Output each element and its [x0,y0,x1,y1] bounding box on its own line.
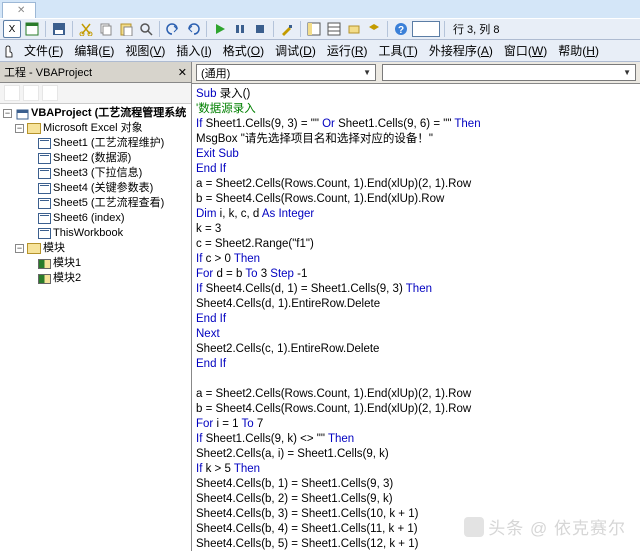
hand-cursor-icon [3,44,17,58]
tree-sheet3[interactable]: Sheet3 (下拉信息) [53,166,142,181]
view-code-button[interactable] [4,85,20,101]
save-button[interactable] [50,20,68,38]
sheet-icon [38,168,51,179]
menu-format[interactable]: 格式(O) [219,40,268,61]
properties-button[interactable] [325,20,343,38]
menu-debug[interactable]: 调试(D) [271,40,320,61]
title-tab[interactable]: ✕ [2,2,36,18]
cut-button[interactable] [77,20,95,38]
sheet-icon [38,183,51,194]
svg-text:?: ? [398,25,404,36]
project-explorer-button[interactable] [305,20,323,38]
tab-close-icon[interactable]: ✕ [17,5,25,16]
main-toolbar: X ? 行 3, 列 8 [0,18,640,40]
zoom-combo[interactable] [412,21,440,37]
find-button[interactable] [137,20,155,38]
menu-addins[interactable]: 外接程序(A) [425,40,497,61]
tree-sheet2[interactable]: Sheet2 (数据源) [53,151,131,166]
folder-icon [27,123,41,134]
tree-sheet4[interactable]: Sheet4 (关键参数表) [53,181,153,196]
tree-sheet6[interactable]: Sheet6 (index) [53,211,125,226]
undo-button[interactable] [164,20,182,38]
cursor-position-label: 行 3, 列 8 [449,21,499,37]
project-explorer-panel: 工程 - VBAProject ✕ −VBAProject (工艺流程管理系统 … [0,62,192,551]
tree-module1[interactable]: 模块1 [53,256,81,271]
tree-sheet1[interactable]: Sheet1 (工艺流程维护) [53,136,164,151]
chevron-down-icon: ▼ [623,68,631,77]
tree-group-modules[interactable]: 模块 [43,241,65,256]
menu-edit[interactable]: 编辑(E) [70,40,118,61]
menu-view[interactable]: 视图(V) [121,40,169,61]
collapse-icon[interactable]: − [15,124,24,133]
copy-button[interactable] [97,20,115,38]
project-panel-title: 工程 - VBAProject ✕ [0,62,191,83]
procedure-dropdown[interactable]: ▼ [382,64,636,81]
sheet-icon [38,213,51,224]
break-button[interactable] [231,20,249,38]
menubar: 文件(F) 编辑(E) 视图(V) 插入(I) 格式(O) 调试(D) 运行(R… [0,40,640,62]
design-mode-button[interactable] [278,20,296,38]
menu-tools[interactable]: 工具(T) [375,40,422,61]
tree-root[interactable]: VBAProject (工艺流程管理系统 [31,106,186,121]
tree-thisworkbook[interactable]: ThisWorkbook [53,226,123,241]
toggle-folders-button[interactable] [42,85,58,101]
folder-icon [27,243,41,254]
tree-sheet5[interactable]: Sheet5 (工艺流程查看) [53,196,164,211]
view-ms-excel-button[interactable]: X [3,20,21,38]
sheet-icon [38,198,51,209]
toolbox-button[interactable] [365,20,383,38]
project-toolbar [0,83,191,104]
module-icon [38,274,51,284]
insert-userform-button[interactable] [23,20,41,38]
panel-close-icon[interactable]: ✕ [178,66,187,79]
collapse-icon[interactable]: − [15,244,24,253]
reset-button[interactable] [251,20,269,38]
project-tree[interactable]: −VBAProject (工艺流程管理系统 −Microsoft Excel 对… [0,104,191,551]
menu-file[interactable]: 文件(F) [20,40,67,61]
paste-button[interactable] [117,20,135,38]
code-editor: (通用)▼ ▼ Sub 录入() '数据源录入 If Sheet1.Cells(… [192,62,640,551]
collapse-icon[interactable]: − [3,109,12,118]
run-button[interactable] [211,20,229,38]
object-dropdown[interactable]: (通用)▼ [196,64,376,81]
sheet-icon [38,153,51,164]
title-tab-strip: ✕ [0,0,640,18]
menu-insert[interactable]: 插入(I) [172,40,215,61]
menu-help[interactable]: 帮助(H) [554,40,603,61]
menu-window[interactable]: 窗口(W) [500,40,551,61]
view-object-button[interactable] [23,85,39,101]
module-icon [38,259,51,269]
code-area[interactable]: Sub 录入() '数据源录入 If Sheet1.Cells(9, 3) = … [192,84,640,551]
object-proc-dropdowns: (通用)▼ ▼ [192,62,640,84]
tree-module2[interactable]: 模块2 [53,271,81,286]
chevron-down-icon: ▼ [363,68,371,77]
help-button[interactable]: ? [392,20,410,38]
redo-button[interactable] [184,20,202,38]
menu-run[interactable]: 运行(R) [323,40,372,61]
sheet-icon [38,228,51,239]
tree-group-excel[interactable]: Microsoft Excel 对象 [43,121,143,136]
sheet-icon [38,138,51,149]
object-browser-button[interactable] [345,20,363,38]
